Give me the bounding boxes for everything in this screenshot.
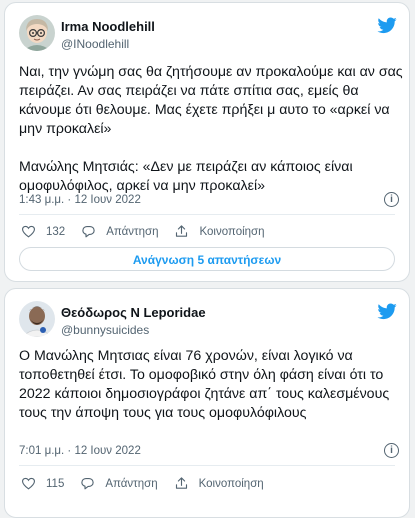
- author-handle[interactable]: @INoodlehill: [61, 37, 129, 51]
- cartoon-avatar-icon: [19, 15, 55, 51]
- twitter-bird-icon[interactable]: [377, 15, 397, 35]
- share-button[interactable]: Κοινοποίηση: [174, 476, 264, 491]
- tweet-text: Ναι, την γνώμη σας θα ζητήσουμε αν προκα…: [19, 64, 403, 194]
- like-button[interactable]: 132: [21, 224, 65, 239]
- avatar[interactable]: [19, 15, 55, 51]
- tweet-actions: 115 Απάντηση Κοινοποίηση: [21, 476, 280, 491]
- divider: [19, 465, 395, 466]
- like-count: 115: [46, 477, 65, 490]
- author-name[interactable]: Θεόδωρος Ν Leporidae: [61, 305, 206, 320]
- tweet-timestamp[interactable]: 7:01 μ.μ. · 12 Ιουν 2022: [19, 445, 141, 457]
- tweet-card[interactable]: Irma Noodlehill @INoodlehill Ναι, την γν…: [4, 2, 410, 282]
- read-replies-button[interactable]: Ανάγνωση 5 απαντήσεων: [19, 247, 395, 271]
- share-label: Κοινοποίηση: [198, 477, 264, 490]
- reply-button[interactable]: Απάντηση: [80, 476, 158, 491]
- reply-button[interactable]: Απάντηση: [81, 224, 158, 239]
- tweet-actions: 132 Απάντηση Κοινοποίηση: [21, 224, 281, 239]
- info-icon[interactable]: i: [384, 443, 399, 458]
- share-label: Κοινοποίηση: [199, 225, 265, 238]
- share-button[interactable]: Κοινοποίηση: [174, 224, 265, 239]
- reply-bubble-icon: [81, 477, 95, 490]
- share-icon: [176, 225, 188, 237]
- tweet-timestamp[interactable]: 1:43 μ.μ. · 12 Ιουν 2022: [19, 194, 141, 206]
- author-name[interactable]: Irma Noodlehill: [61, 19, 155, 34]
- like-button[interactable]: 115: [21, 476, 64, 491]
- avatar[interactable]: [19, 301, 55, 337]
- twitter-bird-icon[interactable]: [377, 301, 397, 321]
- info-icon[interactable]: i: [384, 192, 399, 207]
- like-count: 132: [46, 225, 66, 238]
- astronaut-avatar-icon: [19, 301, 55, 337]
- share-icon: [175, 477, 187, 489]
- heart-icon: [21, 225, 36, 238]
- heart-icon: [21, 477, 36, 490]
- reply-label: Απάντηση: [106, 225, 159, 238]
- tweet-text: Ο Μανώλης Μητσιας είναι 76 χρονών, είναι…: [19, 348, 390, 421]
- reply-label: Απάντηση: [105, 477, 158, 490]
- divider: [19, 214, 395, 215]
- author-handle[interactable]: @bunnysuicides: [61, 323, 149, 337]
- tweet-card[interactable]: Θεόδωρος Ν Leporidae @bunnysuicides Ο Μα…: [4, 288, 410, 518]
- reply-bubble-icon: [82, 225, 95, 238]
